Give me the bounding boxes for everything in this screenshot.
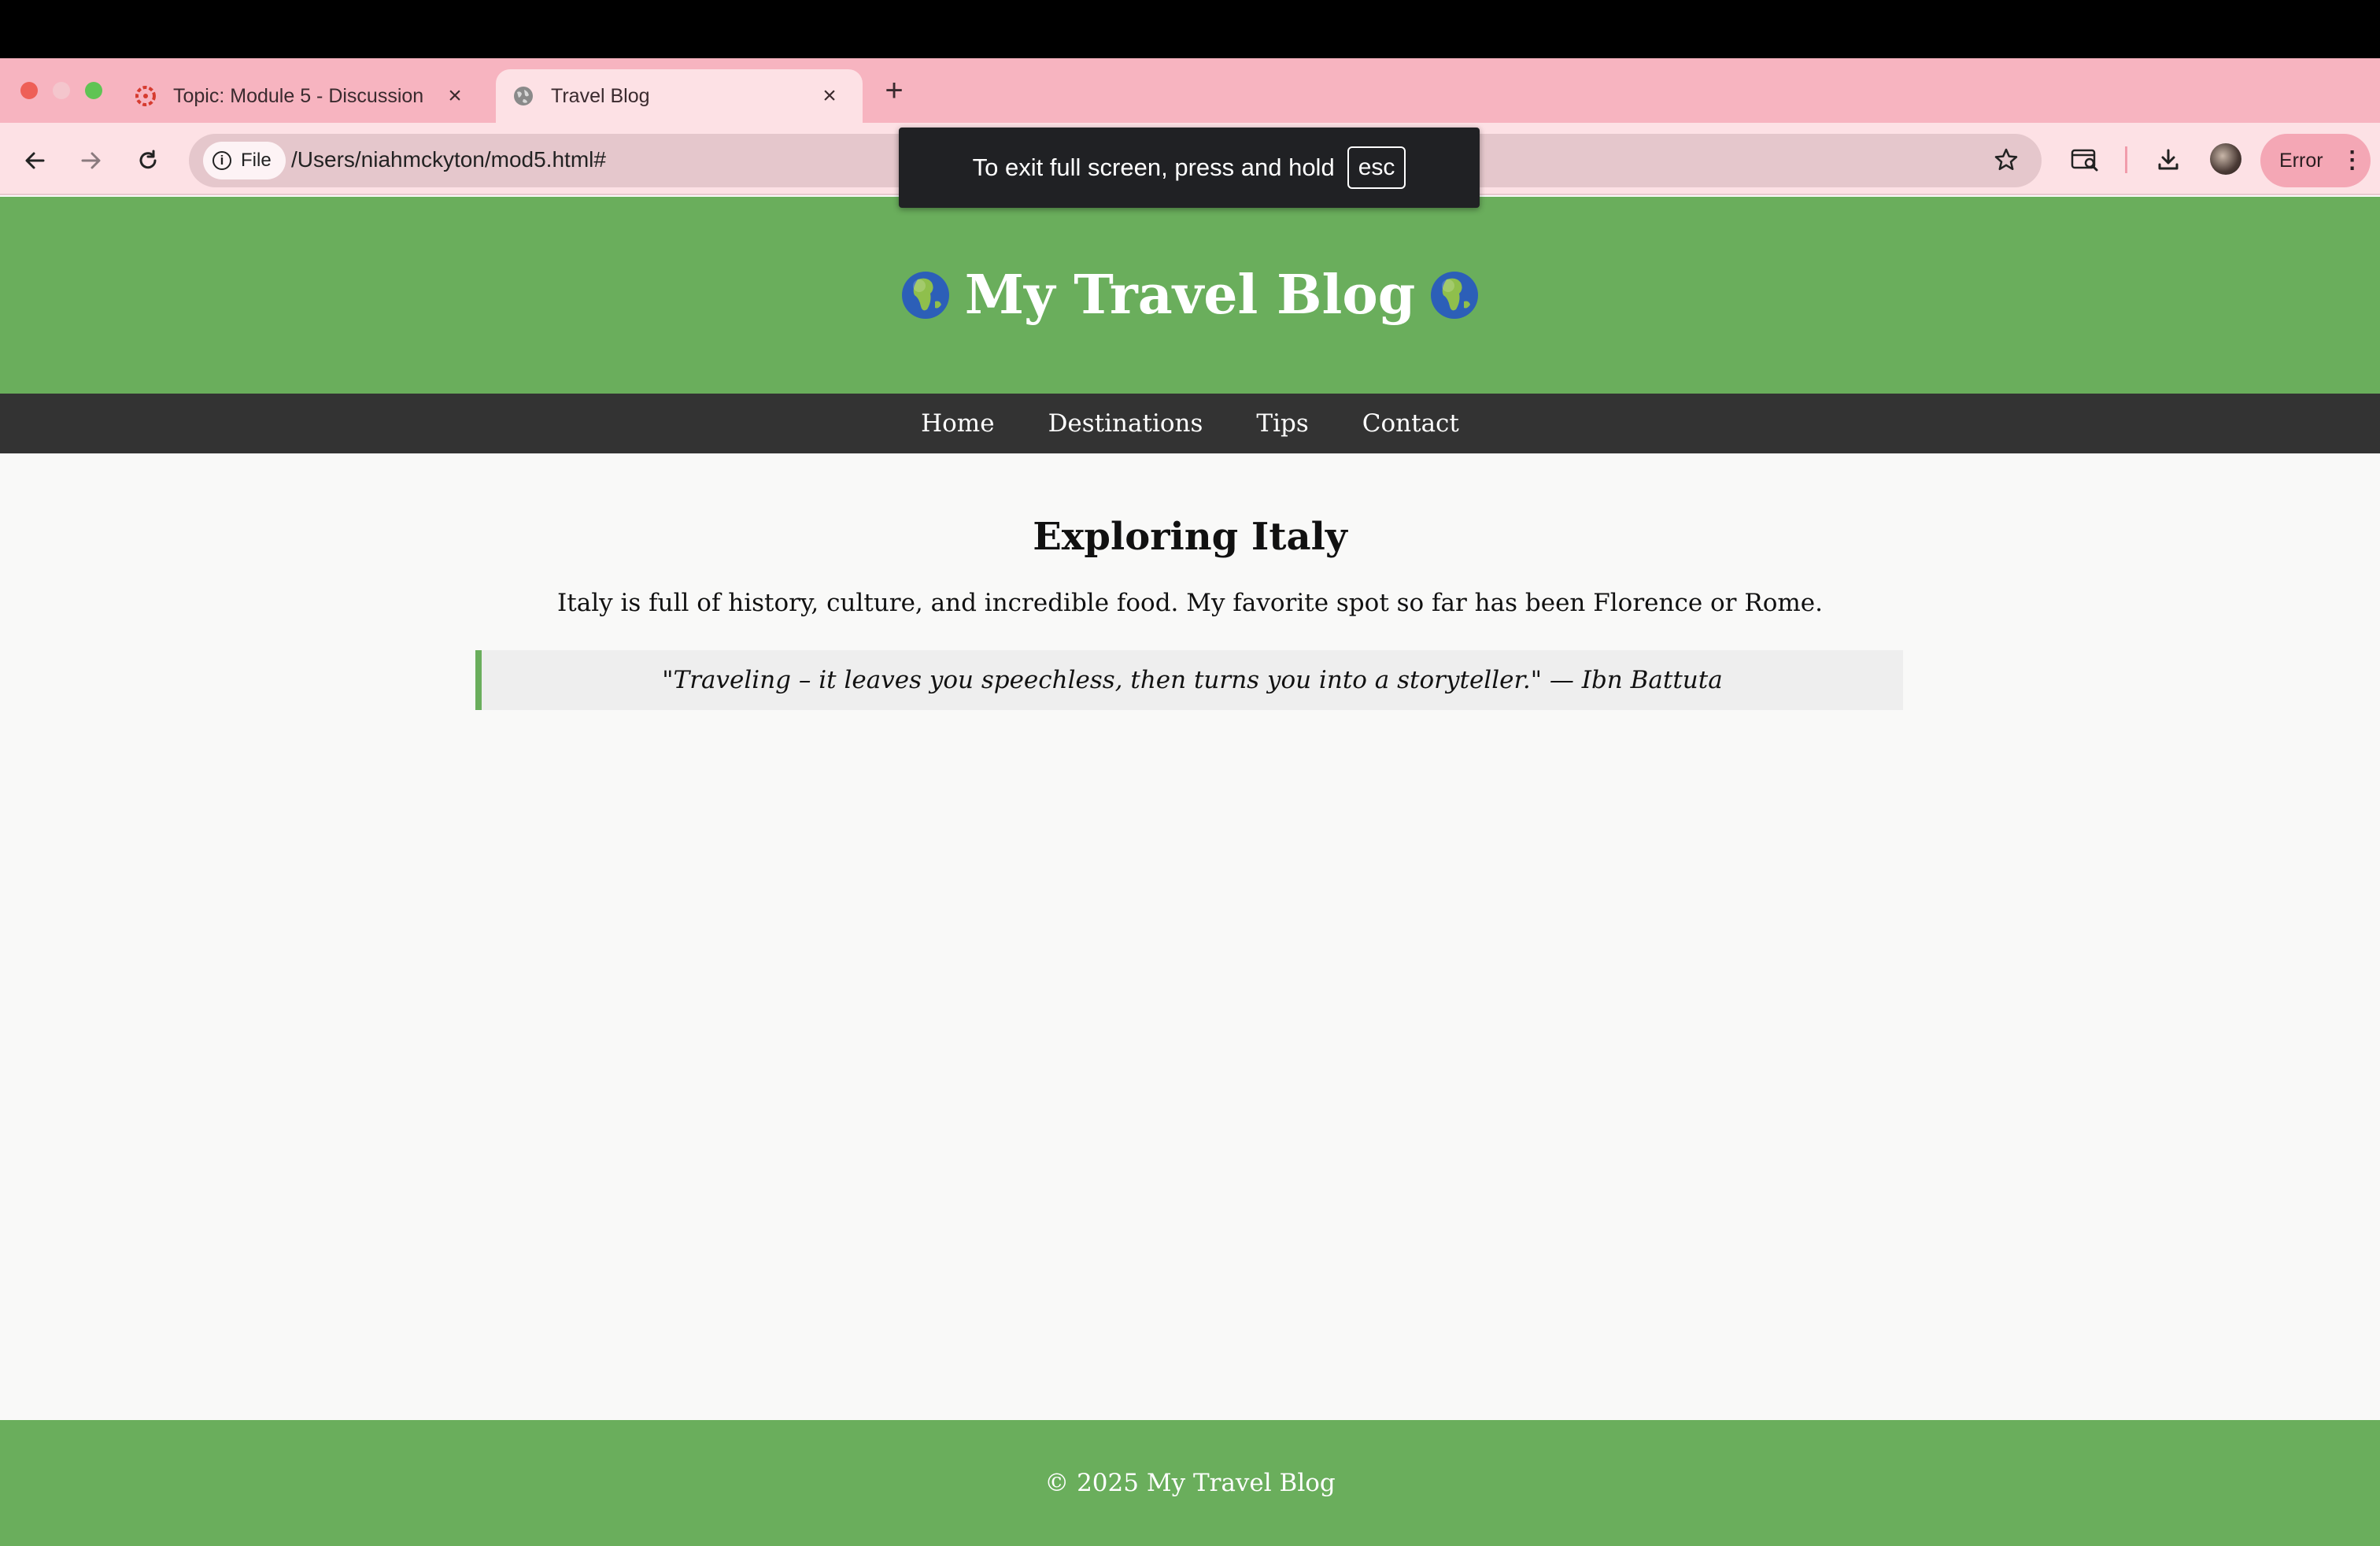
toolbar-divider <box>2125 146 2127 173</box>
close-tab-icon[interactable]: × <box>814 80 845 112</box>
more-vertical-icon: ⋮ <box>2340 147 2364 173</box>
globe-earth-africa-icon <box>1431 272 1479 319</box>
back-arrow-icon <box>25 152 45 169</box>
close-window-button[interactable] <box>20 82 38 99</box>
new-tab-button[interactable]: + <box>878 71 910 110</box>
tab-title: Travel Blog <box>551 84 650 107</box>
url-text[interactable]: /Users/niahmckyton/mod5.html# <box>291 143 606 176</box>
globe-earth-africa-icon <box>901 272 949 319</box>
profile-avatar[interactable] <box>2210 143 2241 175</box>
esc-key-badge: esc <box>1347 146 1406 189</box>
tab-travel-blog[interactable]: Travel Blog × <box>496 69 863 123</box>
nav-link-destinations[interactable]: Destinations <box>1048 409 1203 438</box>
reload-icon <box>139 150 157 169</box>
site-info-chip[interactable]: i File <box>203 142 286 179</box>
site-footer: © 2025 My Travel Blog <box>0 1420 2380 1546</box>
globe-favicon-icon <box>512 84 535 108</box>
article-heading: Exploring Italy <box>1033 515 1347 559</box>
info-icon: i <box>213 151 231 170</box>
fullscreen-exit-toast: To exit full screen, press and hold esc <box>899 128 1480 208</box>
search-tabs-icon[interactable] <box>2067 142 2103 178</box>
site-header: My Travel Blog <box>0 197 2380 394</box>
article-paragraph: Italy is full of history, culture, and i… <box>557 589 1823 617</box>
chip-label: File <box>241 150 272 171</box>
canvas-logo-icon <box>134 84 157 108</box>
maximize-window-button[interactable] <box>85 82 102 99</box>
bookmark-star-icon[interactable] <box>1988 142 2024 178</box>
footer-text: © 2025 My Travel Blog <box>1044 1469 1336 1497</box>
forward-arrow-icon <box>81 152 101 169</box>
back-button[interactable] <box>16 142 54 179</box>
forward-button[interactable] <box>72 142 110 179</box>
minimize-window-button[interactable] <box>53 82 70 99</box>
nav-link-home[interactable]: Home <box>921 409 994 438</box>
error-menu-button[interactable]: Error ⋮ <box>2260 134 2371 187</box>
tab-module-5-discussion[interactable]: Topic: Module 5 - Discussion × <box>118 69 488 123</box>
reload-button[interactable] <box>129 142 167 179</box>
nav-link-contact[interactable]: Contact <box>1362 409 1459 438</box>
error-label: Error <box>2279 149 2323 172</box>
screen-top-bar <box>0 0 2380 58</box>
site-nav: Home Destinations Tips Contact <box>0 394 2380 453</box>
close-tab-icon[interactable]: × <box>439 80 471 112</box>
article-quote: "Traveling – it leaves you speechless, t… <box>475 650 1903 710</box>
site-title-text: My Travel Blog <box>964 264 1416 327</box>
tab-title: Topic: Module 5 - Discussion <box>173 84 424 107</box>
site-title: My Travel Blog <box>900 264 1480 327</box>
quote-text: "Traveling – it leaves you speechless, t… <box>662 666 1723 694</box>
nav-link-tips[interactable]: Tips <box>1256 409 1308 438</box>
fullscreen-message: To exit full screen, press and hold <box>972 153 1335 181</box>
download-icon[interactable] <box>2150 142 2186 178</box>
